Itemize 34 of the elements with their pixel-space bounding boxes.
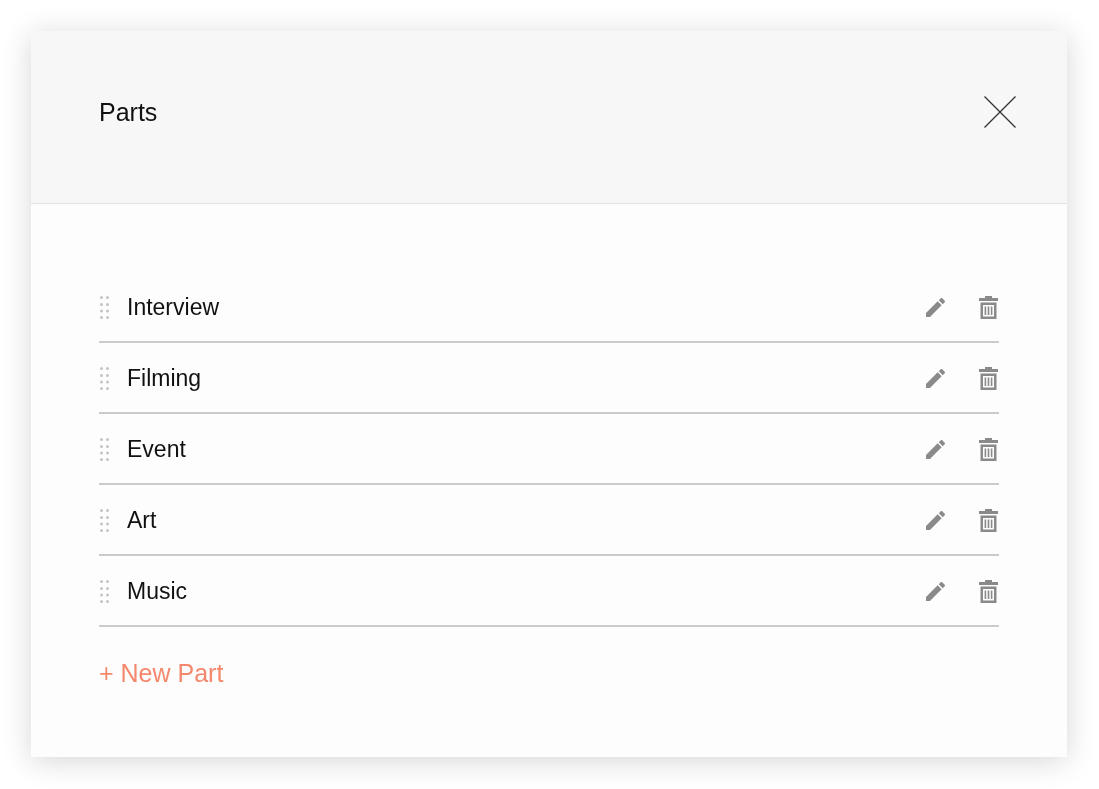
- part-name: Art: [127, 507, 158, 534]
- pencil-icon: [926, 440, 945, 459]
- edit-button[interactable]: [924, 367, 947, 390]
- trash-icon: [979, 438, 998, 461]
- pencil-icon: [926, 511, 945, 530]
- trash-icon: [979, 296, 998, 319]
- delete-button[interactable]: [977, 294, 1000, 321]
- part-name: Filming: [127, 365, 203, 392]
- new-part-link[interactable]: + New Part: [99, 659, 224, 688]
- delete-button[interactable]: [977, 507, 1000, 534]
- edit-button[interactable]: [924, 580, 947, 603]
- edit-button[interactable]: [924, 296, 947, 319]
- pencil-icon: [926, 298, 945, 317]
- dialog-title: Parts: [99, 97, 158, 127]
- delete-button[interactable]: [977, 436, 1000, 463]
- trash-icon: [979, 509, 998, 532]
- trash-icon: [979, 580, 998, 603]
- drag-handle-icon[interactable]: [100, 580, 109, 603]
- trash-icon: [979, 367, 998, 390]
- close-icon: [984, 96, 1016, 128]
- edit-button[interactable]: [924, 438, 947, 461]
- close-button[interactable]: [984, 96, 1016, 128]
- drag-handle-icon[interactable]: [100, 438, 109, 461]
- drag-handle-icon[interactable]: [100, 296, 109, 319]
- delete-button[interactable]: [977, 578, 1000, 605]
- edit-button[interactable]: [924, 509, 947, 532]
- drag-handle-icon[interactable]: [100, 509, 109, 532]
- part-name: Event: [127, 436, 187, 463]
- drag-handle-icon[interactable]: [100, 367, 109, 390]
- part-name: Interview: [127, 294, 221, 321]
- pencil-icon: [926, 369, 945, 388]
- delete-button[interactable]: [977, 365, 1000, 392]
- part-name: Music: [127, 578, 189, 605]
- pencil-icon: [926, 582, 945, 601]
